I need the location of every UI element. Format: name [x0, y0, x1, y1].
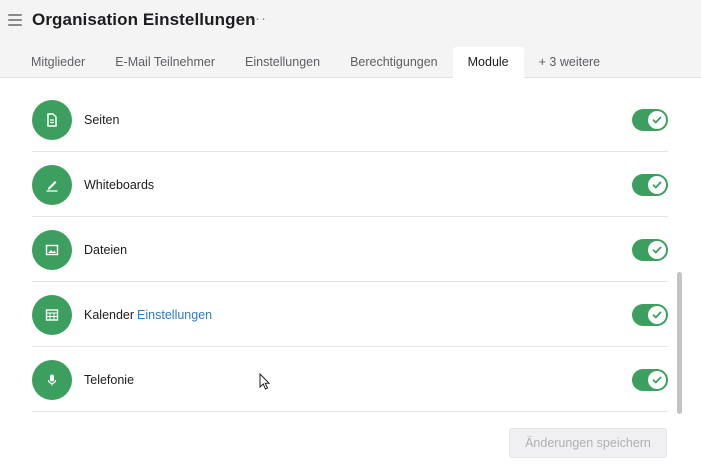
module-list: Seiten Whiteboards Dateien Kalender Einst…: [32, 87, 668, 412]
module-row-whiteboards: Whiteboards: [32, 152, 668, 217]
module-label: Telefonie: [84, 373, 135, 387]
module-toggle-seiten[interactable]: [632, 109, 668, 131]
tab-einstellungen[interactable]: Einstellungen: [230, 47, 335, 78]
save-changes-button[interactable]: Änderungen speichern: [509, 428, 667, 458]
mouse-cursor-icon: [259, 373, 271, 390]
module-row-seiten: Seiten: [32, 87, 668, 152]
module-row-telefonie: Telefonie: [32, 347, 668, 412]
tab-module[interactable]: Module: [452, 47, 524, 78]
module-row-dateien: Dateien: [32, 217, 668, 282]
check-icon: [648, 176, 666, 194]
page-title: Organisation Einstellungen: [32, 10, 256, 29]
pen-icon: [32, 165, 72, 205]
more-options-icon[interactable]: ···: [249, 10, 267, 27]
check-icon: [648, 241, 666, 259]
tab-berechtigungen[interactable]: Berechtigungen: [335, 47, 453, 78]
module-row-kalender: Kalender Einstellungen: [32, 282, 668, 347]
module-label: Kalender Einstellungen: [84, 308, 213, 322]
document-icon: [32, 100, 72, 140]
module-label: Seiten: [84, 113, 120, 127]
module-toggle-whiteboards[interactable]: [632, 174, 668, 196]
tab-more[interactable]: + 3 weitere: [524, 47, 616, 78]
module-toggle-telefonie[interactable]: [632, 369, 668, 391]
check-icon: [648, 111, 666, 129]
module-toggle-dateien[interactable]: [632, 239, 668, 261]
microphone-icon: [32, 360, 72, 400]
tab-email-teilnehmer[interactable]: E-Mail Teilnehmer: [100, 47, 230, 78]
tab-bar: Mitglieder E-Mail Teilnehmer Einstellung…: [16, 47, 615, 78]
hamburger-menu-icon[interactable]: [8, 14, 22, 28]
page-header: Organisation Einstellungen ··· Mitgliede…: [0, 0, 701, 78]
module-label: Dateien: [84, 243, 128, 257]
check-icon: [648, 306, 666, 324]
image-icon: [32, 230, 72, 270]
module-label: Whiteboards: [84, 178, 155, 192]
scrollbar-thumb[interactable]: [677, 272, 682, 414]
module-toggle-kalender[interactable]: [632, 304, 668, 326]
tab-mitglieder[interactable]: Mitglieder: [16, 47, 100, 78]
kalender-settings-link[interactable]: Einstellungen: [137, 308, 212, 322]
check-icon: [648, 371, 666, 389]
calendar-icon: [32, 295, 72, 335]
